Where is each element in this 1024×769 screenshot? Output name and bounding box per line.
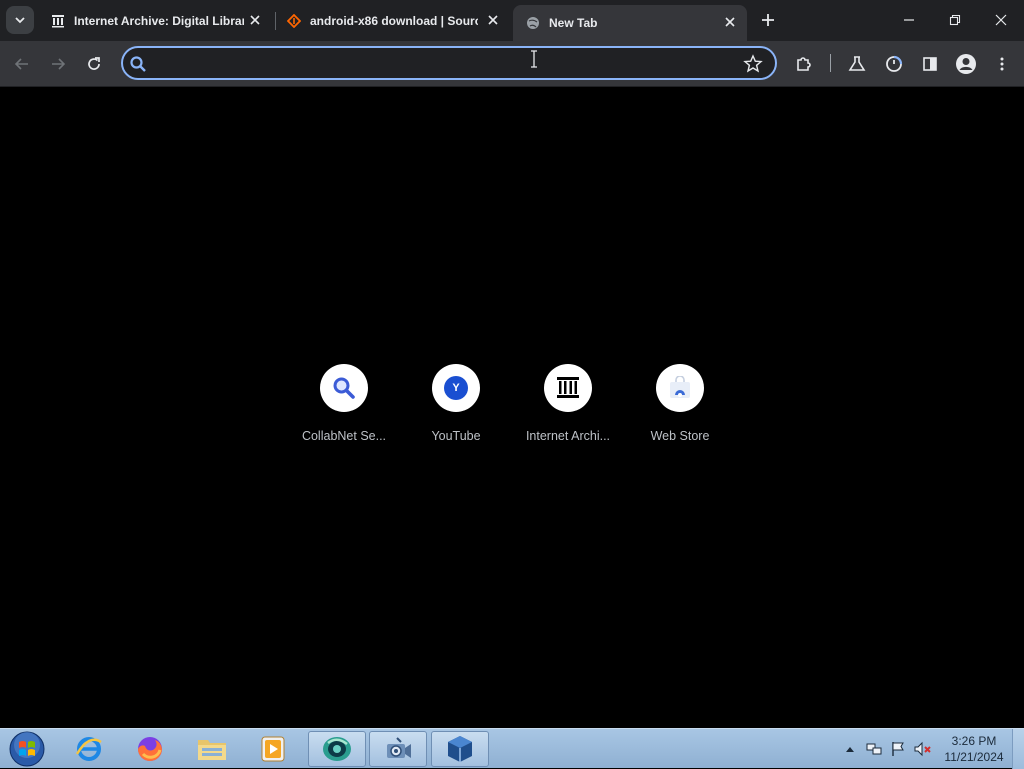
firefox-icon xyxy=(138,737,162,761)
side-panel-button[interactable] xyxy=(916,50,944,78)
shortcut-label: YouTube xyxy=(431,429,481,443)
tab-title: android-x86 download | SourceForge xyxy=(310,13,478,28)
close-tab-icon[interactable] xyxy=(248,13,262,27)
text-cursor-icon xyxy=(531,50,537,68)
clock-date: 11/21/2024 xyxy=(944,750,1004,764)
taskbar-media-player[interactable] xyxy=(244,731,302,767)
shortcut-label: CollabNet Se... xyxy=(301,429,387,443)
taskbar: 3:26 PM 11/21/2024 xyxy=(0,728,1024,769)
toolbar-separator xyxy=(830,54,831,72)
kebab-menu-icon xyxy=(1000,57,1004,71)
taskbar-webcam-app[interactable] xyxy=(369,731,427,767)
address-input[interactable] xyxy=(157,52,737,74)
arrow-right-icon xyxy=(52,58,66,70)
puzzle-icon xyxy=(797,57,811,71)
plus-icon xyxy=(762,14,774,26)
tray-action-center[interactable] xyxy=(888,729,908,769)
windows-orb-icon xyxy=(9,731,45,767)
new-tab-button[interactable] xyxy=(756,8,780,32)
show-desktop-button[interactable] xyxy=(1012,729,1024,769)
forward-button[interactable] xyxy=(44,50,72,78)
labs-button[interactable] xyxy=(843,50,871,78)
reload-button[interactable] xyxy=(80,50,108,78)
minimize-button[interactable] xyxy=(886,0,932,40)
shortcut-internet-archive[interactable]: Internet Archi... xyxy=(512,364,624,454)
toolbar xyxy=(0,41,1024,87)
update-button[interactable] xyxy=(880,50,908,78)
media-player-icon xyxy=(261,736,285,762)
search-icon xyxy=(130,56,146,72)
power-ring-icon xyxy=(886,55,903,72)
chevron-up-icon xyxy=(846,747,854,752)
reload-icon xyxy=(88,57,100,70)
system-clock[interactable]: 3:26 PM 11/21/2024 xyxy=(936,733,1012,765)
folder-icon xyxy=(198,740,226,760)
tab-strip: Internet Archive: Digital Library androi… xyxy=(0,0,1024,41)
shortcut-web-store[interactable]: Web Store xyxy=(624,364,736,454)
shortcut-label: Internet Archi... xyxy=(525,429,611,443)
tab-new-tab[interactable]: New Tab xyxy=(513,5,747,41)
taskbar-browser[interactable] xyxy=(308,731,366,767)
taskbar-firefox[interactable] xyxy=(121,731,179,767)
close-tab-icon[interactable] xyxy=(723,15,737,29)
menu-button[interactable] xyxy=(988,50,1016,78)
profile-button[interactable] xyxy=(952,50,980,78)
shortcut-collabnet[interactable]: CollabNet Se... xyxy=(288,364,400,454)
tab-separator xyxy=(275,12,276,30)
browser-app-icon xyxy=(323,737,351,761)
avatar-icon xyxy=(956,54,976,74)
arrow-left-icon xyxy=(14,58,28,70)
taskbar-file-explorer[interactable] xyxy=(183,731,241,767)
tab-internet-archive[interactable]: Internet Archive: Digital Library xyxy=(40,5,272,36)
tray-network[interactable] xyxy=(864,729,884,769)
tab-search-button[interactable] xyxy=(6,6,34,34)
taskbar-virtualbox[interactable] xyxy=(431,731,489,767)
address-bar[interactable] xyxy=(121,46,777,80)
clock-time: 3:26 PM xyxy=(951,734,997,748)
close-window-button[interactable] xyxy=(978,0,1024,40)
archive-building-icon xyxy=(557,377,579,398)
minimize-icon xyxy=(904,19,914,21)
extensions-button[interactable] xyxy=(790,50,818,78)
shortcut-youtube[interactable]: Y YouTube xyxy=(400,364,512,454)
show-hidden-icons-button[interactable] xyxy=(843,729,857,769)
taskbar-internet-explorer[interactable] xyxy=(60,731,118,767)
internet-explorer-icon xyxy=(75,737,102,761)
globe-icon xyxy=(525,15,541,31)
volume-muted-icon xyxy=(914,741,931,757)
shortcut-tile xyxy=(320,364,368,412)
start-button[interactable] xyxy=(6,731,48,767)
webcam-icon xyxy=(387,737,411,758)
browser-window: Internet Archive: Digital Library androi… xyxy=(0,0,1024,728)
close-icon xyxy=(995,14,1007,26)
restore-button[interactable] xyxy=(932,0,978,40)
shortcut-tile: Y xyxy=(432,364,480,412)
side-panel-icon xyxy=(923,57,937,71)
shortcut-tile xyxy=(544,364,592,412)
close-tab-icon[interactable] xyxy=(486,13,500,27)
flask-icon xyxy=(848,56,866,71)
chevron-down-icon xyxy=(15,17,25,24)
back-button[interactable] xyxy=(8,50,36,78)
shortcut-label: Web Store xyxy=(650,429,710,443)
magnifier-icon xyxy=(333,377,355,399)
letter-y-icon: Y xyxy=(444,376,468,400)
tab-title: New Tab xyxy=(549,16,598,30)
shortcut-tile xyxy=(656,364,704,412)
flag-icon xyxy=(892,742,904,756)
network-icon xyxy=(866,743,882,755)
tray-volume[interactable] xyxy=(912,729,934,769)
sourceforge-icon xyxy=(286,13,302,29)
restore-icon xyxy=(949,14,961,26)
tab-android-x86[interactable]: android-x86 download | SourceForge xyxy=(278,5,510,36)
letter-y-text: Y xyxy=(452,382,460,394)
tab-title: Internet Archive: Digital Library xyxy=(74,13,244,28)
web-store-icon xyxy=(670,376,690,398)
virtualbox-icon xyxy=(448,736,472,762)
archive-building-icon xyxy=(50,13,66,29)
bookmark-star-icon[interactable] xyxy=(743,54,763,74)
